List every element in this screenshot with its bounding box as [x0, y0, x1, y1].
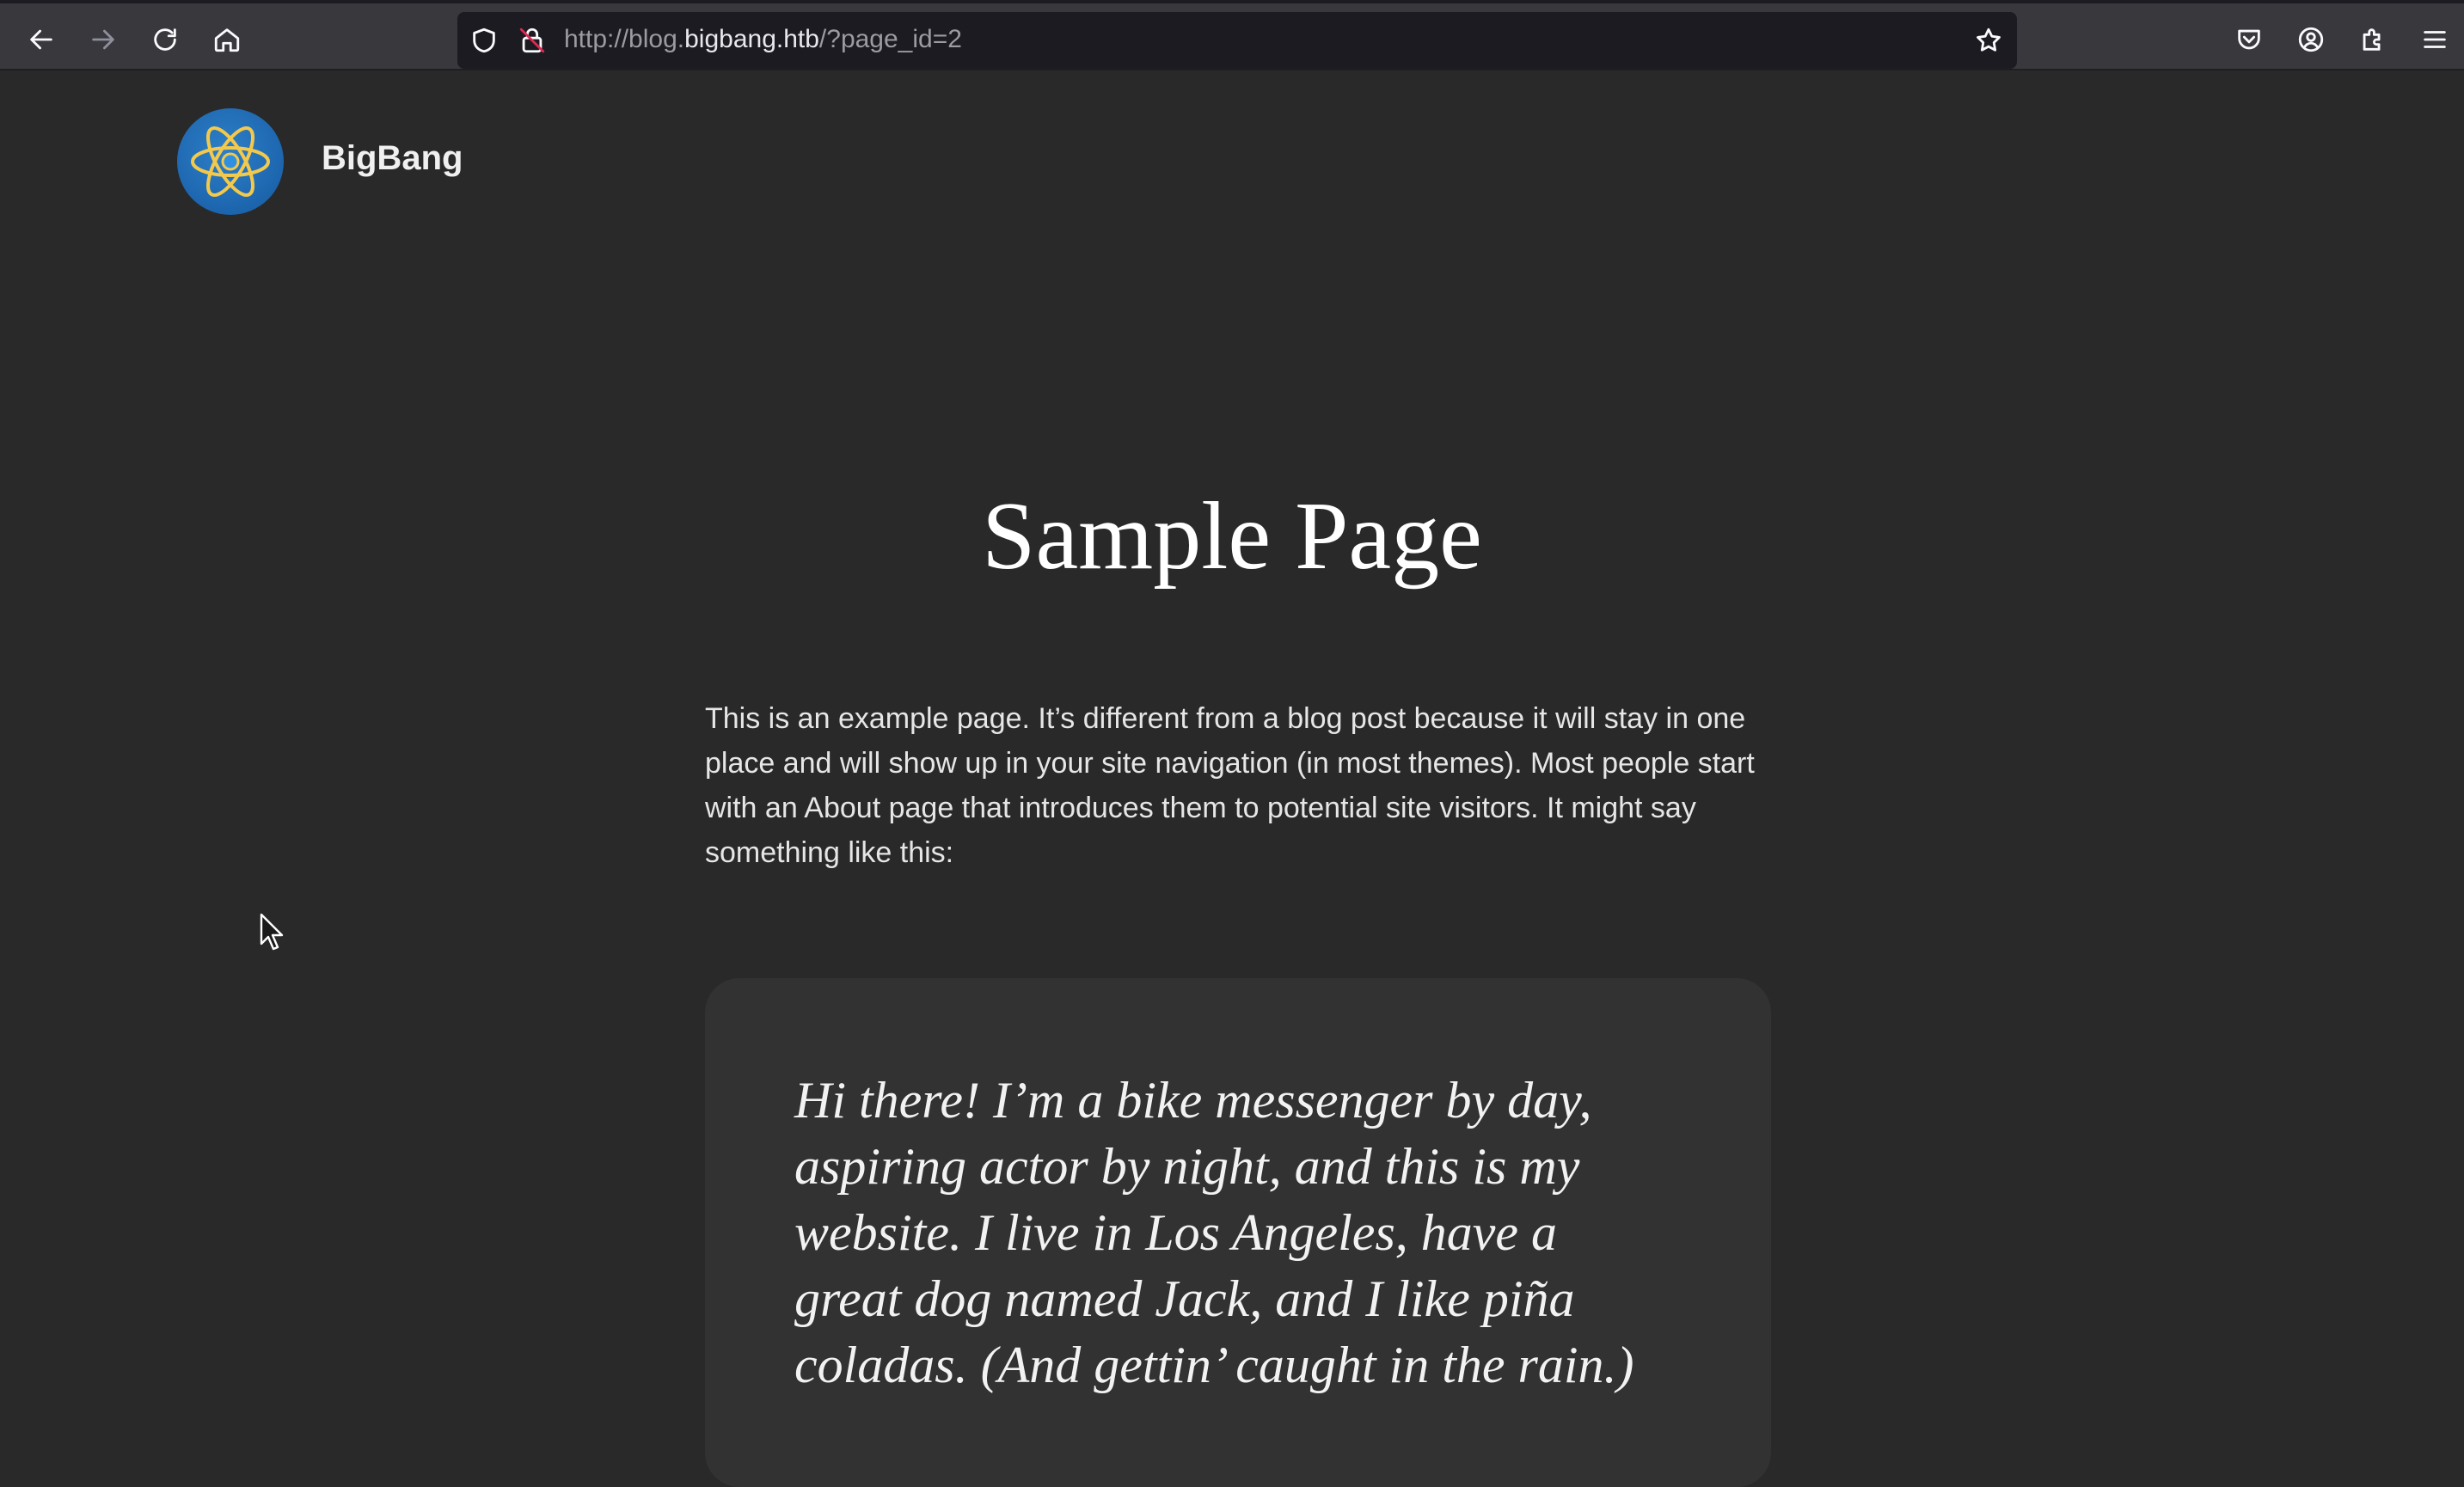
url-path: /?page_id=2: [818, 25, 962, 53]
shield-icon[interactable]: [469, 26, 499, 55]
home-button[interactable]: [203, 15, 251, 64]
atom-logo-icon: [191, 126, 270, 197]
url-prefix: http://blog.: [564, 25, 685, 53]
url-text[interactable]: http://blog.bigbang.htb/?page_id=2: [564, 25, 962, 54]
mouse-cursor-icon: [260, 913, 284, 951]
menu-icon: [2424, 31, 2446, 48]
site-logo[interactable]: [177, 108, 284, 215]
browser-toolbar: http://blog.bigbang.htb/?page_id=2: [0, 0, 2464, 70]
forward-button[interactable]: [79, 15, 127, 64]
back-button[interactable]: [17, 15, 65, 64]
forward-arrow-icon: [92, 29, 114, 50]
url-host: bigbang.htb: [684, 25, 819, 53]
reload-button[interactable]: [141, 15, 189, 64]
account-button[interactable]: [2287, 15, 2335, 64]
pocket-button[interactable]: [2225, 15, 2273, 64]
pull-quote-text: Hi there! I’m a bike messenger by day, a…: [794, 1072, 1634, 1393]
address-bar[interactable]: http://blog.bigbang.htb/?page_id=2: [457, 12, 2017, 69]
home-icon: [214, 28, 240, 52]
account-icon: [2298, 27, 2324, 52]
page-content: BigBang Sample Page This is an example p…: [0, 70, 2464, 1487]
pocket-icon: [2238, 29, 2260, 50]
bookmark-star-icon[interactable]: [1974, 26, 2003, 55]
back-arrow-icon: [30, 29, 52, 50]
page-title: Sample Page: [982, 483, 1482, 590]
app-menu-button[interactable]: [2411, 15, 2459, 64]
insecure-lock-icon[interactable]: [518, 26, 547, 55]
page-intro-paragraph: This is an example page. It’s different …: [705, 702, 1755, 869]
reload-icon: [154, 28, 176, 51]
site-title[interactable]: BigBang: [322, 139, 463, 178]
pull-quote-block: Hi there! I’m a bike messenger by day, a…: [705, 978, 1771, 1487]
extensions-icon: [2363, 28, 2381, 51]
extensions-button[interactable]: [2349, 15, 2397, 64]
